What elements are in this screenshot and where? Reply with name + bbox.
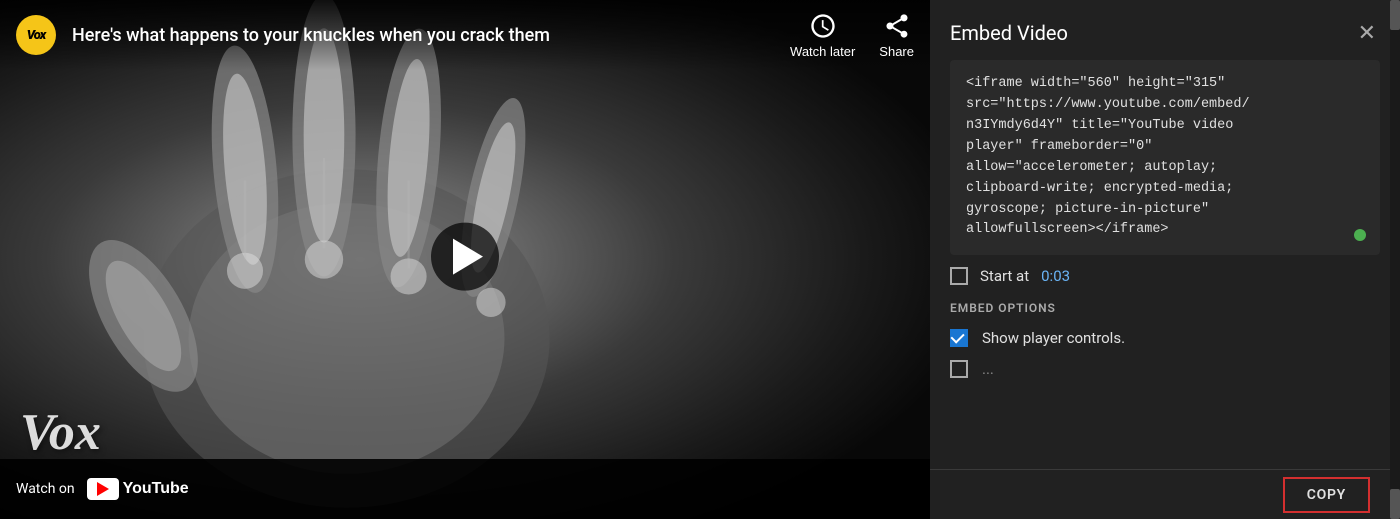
watch-later-label: Watch later bbox=[790, 44, 855, 59]
start-at-row: Start at 0:03 bbox=[930, 267, 1400, 301]
embed-code-text: <iframe width="560" height="315" src="ht… bbox=[966, 74, 1364, 241]
show-controls-label: Show player controls. bbox=[982, 329, 1125, 347]
vox-watermark-text: Vox bbox=[20, 404, 101, 461]
start-at-checkbox[interactable] bbox=[950, 267, 968, 285]
start-at-label: Start at bbox=[980, 267, 1029, 285]
topbar-actions: Watch later Share bbox=[790, 12, 914, 59]
video-title: Here's what happens to your knuckles whe… bbox=[72, 25, 774, 46]
embed-panel: Embed Video ✕ <iframe width="560" height… bbox=[930, 0, 1400, 519]
vox-watermark: Vox bbox=[20, 407, 101, 459]
embed-header: Embed Video ✕ bbox=[930, 0, 1400, 60]
scrollbar-thumb-top[interactable] bbox=[1390, 0, 1400, 30]
green-indicator-dot bbox=[1354, 229, 1366, 241]
video-topbar: Vox Here's what happens to your knuckles… bbox=[0, 0, 930, 70]
partial-option-label: ... bbox=[982, 360, 994, 378]
share-icon bbox=[883, 12, 911, 40]
show-controls-row: Show player controls. bbox=[930, 329, 1400, 359]
vox-logo: Vox bbox=[16, 15, 56, 55]
close-button[interactable]: ✕ bbox=[1354, 18, 1380, 48]
embed-code-container: <iframe width="560" height="315" src="ht… bbox=[950, 60, 1380, 255]
youtube-logo: YouTube bbox=[87, 478, 189, 500]
youtube-text: YouTube bbox=[123, 480, 189, 498]
embed-dialog-title: Embed Video bbox=[950, 21, 1068, 45]
scrollbar-thumb-bottom[interactable] bbox=[1390, 489, 1400, 519]
share-label: Share bbox=[879, 44, 914, 59]
youtube-icon bbox=[87, 478, 119, 500]
play-button-container bbox=[431, 222, 499, 290]
video-bottombar: Watch on YouTube bbox=[0, 459, 930, 519]
embed-options-heading: EMBED OPTIONS bbox=[930, 301, 1400, 329]
watch-later-icon bbox=[809, 12, 837, 40]
play-button[interactable] bbox=[431, 222, 499, 290]
watch-later-button[interactable]: Watch later bbox=[790, 12, 855, 59]
watch-on-label: Watch on bbox=[16, 481, 75, 497]
partial-checkbox[interactable] bbox=[950, 360, 968, 378]
show-controls-checkbox[interactable] bbox=[950, 329, 968, 347]
youtube-play-icon bbox=[97, 482, 109, 496]
partial-option-row: ... bbox=[930, 359, 1400, 379]
video-background: Vox Here's what happens to your knuckles… bbox=[0, 0, 930, 519]
copy-button[interactable]: COPY bbox=[1283, 477, 1370, 513]
video-panel: Vox Here's what happens to your knuckles… bbox=[0, 0, 930, 519]
start-at-time: 0:03 bbox=[1041, 267, 1070, 285]
vox-logo-text: Vox bbox=[27, 28, 46, 43]
copy-button-container: COPY bbox=[930, 469, 1390, 519]
scrollbar-track[interactable] bbox=[1390, 0, 1400, 519]
share-button[interactable]: Share bbox=[879, 12, 914, 59]
play-triangle-icon bbox=[453, 238, 483, 274]
